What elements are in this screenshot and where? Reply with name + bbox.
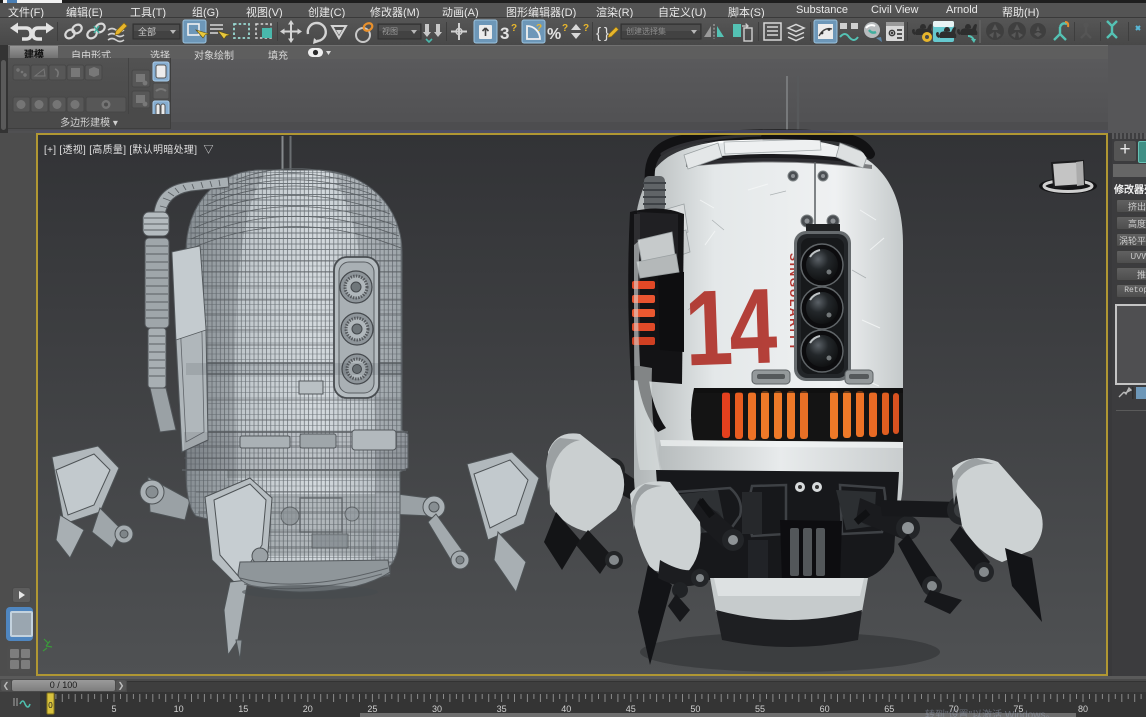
- svg-text:5: 5: [111, 704, 116, 714]
- svg-text:20: 20: [303, 704, 313, 714]
- svg-text:15: 15: [238, 704, 248, 714]
- svg-text:10: 10: [174, 704, 184, 714]
- svg-text:0: 0: [48, 701, 53, 710]
